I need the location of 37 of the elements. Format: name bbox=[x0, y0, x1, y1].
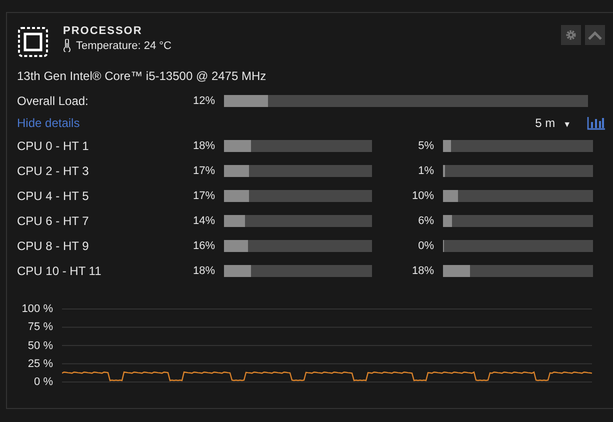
core-reading: 0% bbox=[417, 240, 434, 252]
core-reading: 5% bbox=[417, 140, 434, 152]
core-reading: 10% bbox=[410, 190, 434, 202]
axis-label: 0 % bbox=[34, 375, 53, 390]
core-reading: 1% bbox=[417, 165, 434, 177]
load-reading: 12% bbox=[192, 95, 215, 107]
hide-details-link[interactable]: Hide details bbox=[17, 116, 536, 130]
processor-icon bbox=[17, 26, 49, 58]
processor-model: 13th Gen Intel® Core™ i5-13500 @ 2475 MHz bbox=[17, 69, 268, 83]
chevron-up-icon bbox=[588, 30, 602, 40]
bar-chart-icon[interactable] bbox=[587, 116, 605, 130]
core-reading: 6% bbox=[417, 215, 434, 227]
axis-label: 75 % bbox=[28, 320, 53, 336]
core-label: CPU 4 - HT 5 bbox=[17, 189, 90, 203]
axis-label: 100 % bbox=[22, 302, 53, 317]
core-reading: 18% bbox=[192, 265, 215, 277]
core-reading: 17% bbox=[192, 165, 215, 177]
core-label: CPU 6 - HT 7 bbox=[17, 214, 90, 228]
thermometer-icon bbox=[63, 39, 71, 52]
temperature-text: Temperature: 24 °C bbox=[76, 40, 172, 52]
settings-button[interactable] bbox=[561, 25, 581, 45]
settings-icon bbox=[565, 29, 577, 41]
range-dropdown[interactable]: 5 m ▼ bbox=[535, 116, 571, 130]
axis-label: 25 % bbox=[28, 356, 53, 372]
core-reading: 16% bbox=[192, 240, 215, 252]
core-label: CPU 10 - HT 11 bbox=[17, 264, 102, 278]
overall-load-label: Overall Load: bbox=[17, 94, 90, 108]
core-label: CPU 8 - HT 9 bbox=[17, 239, 90, 253]
core-reading: 18% bbox=[410, 265, 434, 277]
core-label: CPU 2 - HT 3 bbox=[17, 164, 90, 178]
core-reading: 18% bbox=[192, 140, 215, 152]
card-title: PROCESSOR bbox=[63, 25, 144, 37]
core-reading: 14% bbox=[192, 215, 215, 227]
core-reading: 17% bbox=[192, 190, 215, 202]
core-label: CPU 0 - HT 1 bbox=[17, 139, 90, 153]
axis-label: 50 % bbox=[28, 338, 53, 354]
collapse-button[interactable] bbox=[585, 25, 605, 45]
